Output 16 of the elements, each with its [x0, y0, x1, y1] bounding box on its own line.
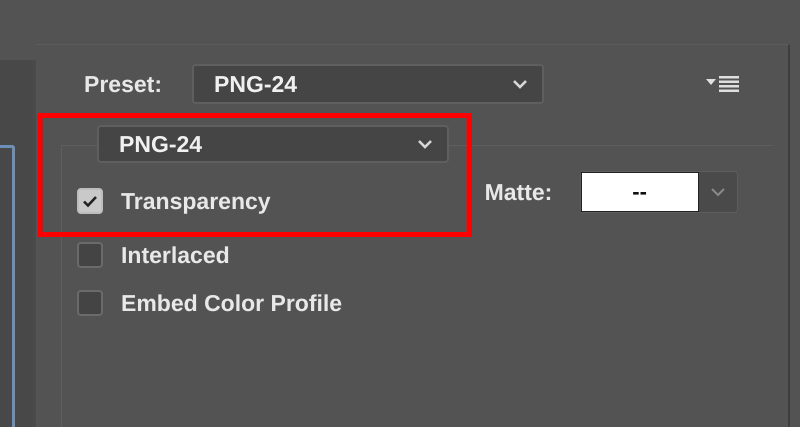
checkbox-label: Transparency	[121, 188, 271, 214]
checkbox[interactable]	[77, 242, 103, 268]
check-icon	[82, 194, 98, 208]
matte-field[interactable]: --	[580, 172, 699, 212]
preset-dropdown[interactable]: PNG-24	[192, 64, 544, 104]
format-dropdown[interactable]: PNG-24	[97, 125, 449, 163]
menu-icon[interactable]	[706, 74, 740, 94]
preset-label: Preset:	[84, 70, 163, 98]
checkbox[interactable]	[77, 290, 103, 316]
checkbox-label: Interlaced	[121, 242, 230, 268]
checkbox[interactable]	[77, 188, 103, 214]
chevron-icon	[417, 139, 433, 149]
chevron-icon	[710, 187, 726, 197]
chevron-icon	[512, 79, 528, 89]
checkbox-label: Embed Color Profile	[121, 290, 342, 316]
matte-label: Matte:	[484, 178, 554, 206]
